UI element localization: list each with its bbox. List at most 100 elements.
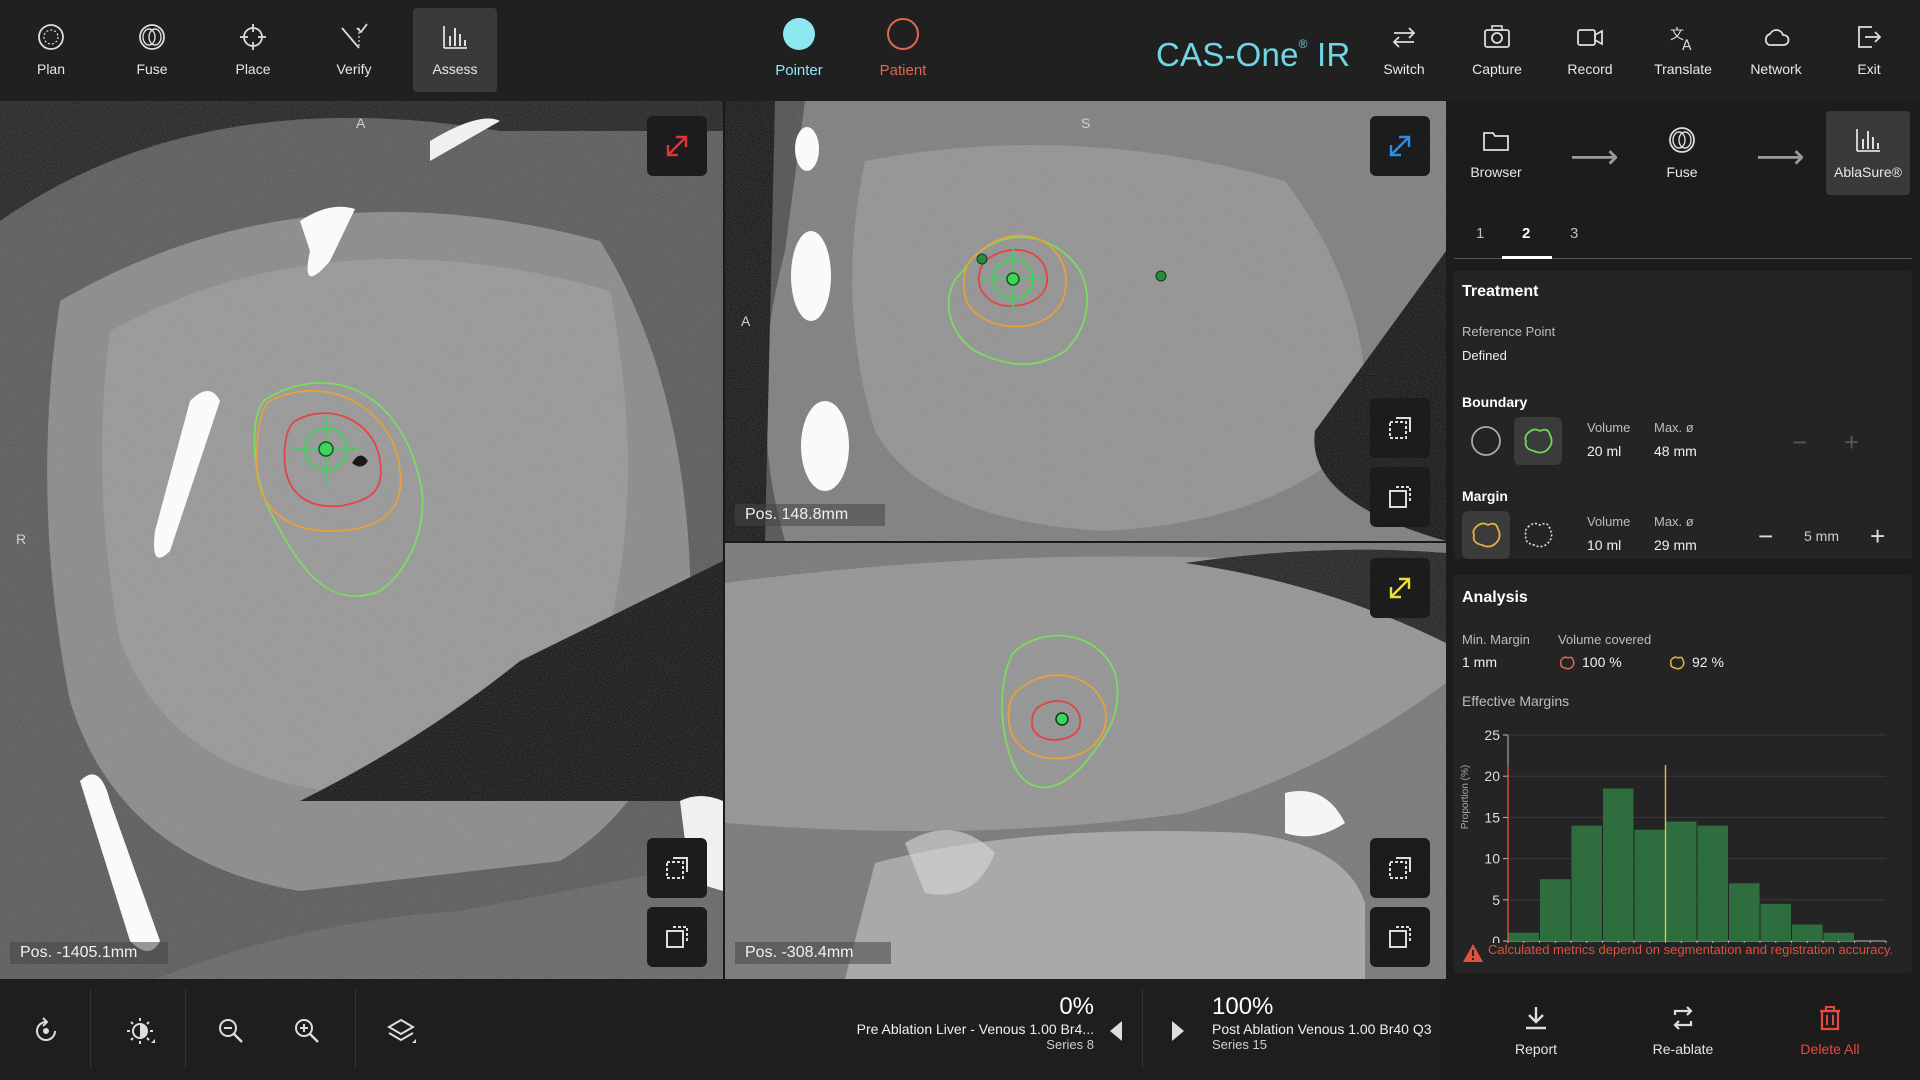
tool-plan[interactable]: Plan [9,8,93,92]
reference-point-value: Defined [1462,348,1507,363]
chart-bar [1697,825,1728,941]
chart-bar [1603,788,1634,941]
orientation-top: A [356,115,366,131]
tool-label: Fuse [136,61,168,77]
margin-minus-button[interactable]: − [1758,521,1773,552]
layout-button[interactable] [1370,467,1430,527]
patient-icon [887,18,919,50]
margin-volume-value: 10 ml [1587,537,1622,553]
triangle-right-icon [1172,1021,1184,1041]
margin-outline-button[interactable] [1514,511,1562,559]
mode-pointer[interactable]: Pointer [744,18,854,79]
crop-button[interactable] [1370,398,1430,458]
expand-icon [1389,577,1411,599]
blob-icon [1524,428,1553,454]
boundary-segment-button[interactable] [1514,417,1562,465]
re-ablate-button[interactable]: Re-ablate [1628,1005,1738,1057]
chart-y-tick-label: 15 [1484,809,1500,825]
orientation-left: A [741,313,751,329]
zoom-out-icon [219,1019,243,1043]
boundary-sphere-button[interactable] [1462,417,1510,465]
step-tab-3[interactable]: 3 [1570,225,1578,242]
layout-button[interactable] [647,907,707,967]
chart-bar [1729,883,1760,941]
report-button[interactable]: Report [1481,1005,1591,1057]
tool-label: Place [235,61,271,77]
action-label: Delete All [1800,1041,1860,1057]
expand-button[interactable] [1370,116,1430,176]
treatment-card: Treatment Reference Point Defined Bounda… [1454,271,1912,559]
ct-image [725,101,1446,541]
chart-y-tick-label: 5 [1492,892,1500,908]
margin-segment-button[interactable] [1462,511,1510,559]
tool-place[interactable]: Place [211,8,295,92]
layout-button[interactable] [1370,907,1430,967]
crop-button[interactable] [1370,838,1430,898]
tool-translate[interactable]: 文A Translate [1641,8,1725,92]
tool-record[interactable]: Record [1548,8,1632,92]
chart-bar [1823,932,1854,941]
zoom-in-icon [295,1019,319,1043]
mode-patient[interactable]: Patient [848,18,958,79]
viewport-axial[interactable]: A R Pos. -1405.1mm [0,101,723,979]
blend-left-button[interactable] [1110,1021,1124,1041]
boundary-volume-value: 20 ml [1587,443,1622,459]
brand-name: CAS-One [1156,36,1299,73]
min-margin-label: Min. Margin [1462,632,1530,647]
brand-mark: ® [1298,37,1308,51]
volume-covered-label: Volume covered [1558,632,1652,647]
tool-fuse[interactable]: Fuse [110,8,194,92]
tool-label: Network [1750,61,1802,77]
boundary-plus-button[interactable]: + [1844,427,1859,458]
chart-y-tick-label: 25 [1484,727,1500,743]
boundary-max-label: Max. ø [1654,420,1694,435]
translate-icon: 文A [1670,27,1692,52]
effective-margins-chart: Proportion (%) 0510152025024681012 [1460,727,1893,964]
warning-message: Calculated metrics depend on segmentatio… [1462,943,1910,963]
tool-switch[interactable]: Switch [1362,8,1446,92]
tool-label: Switch [1383,61,1425,77]
cloud-icon [1764,29,1790,46]
zoom-out-button[interactable] [211,1011,251,1051]
tool-capture[interactable]: Capture [1455,8,1539,92]
chart-bar [1540,879,1571,941]
boundary-minus-button[interactable]: − [1792,427,1807,458]
separator [1142,989,1143,1069]
window-level-button[interactable] [120,1011,160,1051]
tool-label: Verify [336,61,372,77]
workflow-label: Browser [1470,164,1522,180]
action-label: Report [1514,1041,1558,1057]
workflow-label: Fuse [1666,164,1698,180]
rotate-icon [36,1017,56,1041]
workflow-fuse[interactable]: Fuse [1640,111,1724,195]
step-tab-1[interactable]: 1 [1476,225,1484,242]
chart-bar [1571,825,1602,941]
viewport-sagittal[interactable]: S A Pos. 148.8mm [725,101,1446,541]
expand-button[interactable] [1370,558,1430,618]
tool-network[interactable]: Network [1734,8,1818,92]
separator [90,989,91,1069]
delete-all-button[interactable]: Delete All [1775,1005,1885,1057]
tool-verify[interactable]: Verify [312,8,396,92]
margin-plus-button[interactable]: + [1870,521,1885,552]
layers-button[interactable] [381,1011,421,1051]
blend-right-button[interactable] [1170,1021,1184,1041]
tool-label: Plan [36,61,66,77]
workflow-ablasure[interactable]: AblaSure® [1826,111,1910,195]
chart-icon [443,26,467,49]
margin-volume-label: Volume [1587,514,1631,529]
crop-button[interactable] [647,838,707,898]
expand-button[interactable] [647,116,707,176]
zoom-in-button[interactable] [287,1011,327,1051]
step-tab-2[interactable]: 2 [1522,225,1530,242]
tool-assess[interactable]: Assess [413,8,497,92]
chart-icon [1856,129,1880,152]
tool-exit[interactable]: Exit [1827,8,1911,92]
layout-icon [1389,926,1411,948]
viewport-coronal[interactable]: Pos. -308.4mm [725,543,1446,979]
series-post-number: Series 15 [1212,1037,1267,1052]
reset-view-button[interactable] [26,1011,66,1051]
workflow-browser[interactable]: Browser [1454,111,1538,195]
margin-max-label: Max. ø [1654,514,1694,529]
series-pre: 0% Pre Ablation Liver - Venous 1.00 Br4.… [857,993,1094,1052]
